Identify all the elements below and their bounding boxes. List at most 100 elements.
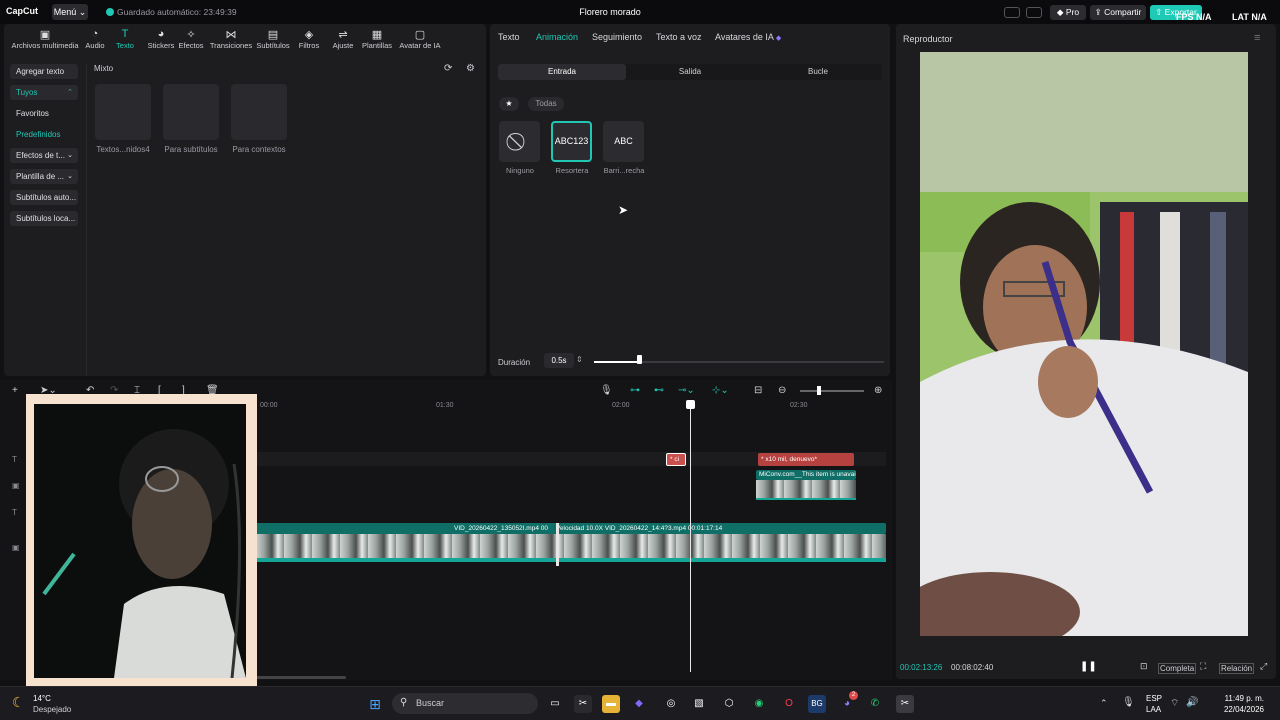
timeline-scrollbar[interactable] — [256, 676, 346, 679]
template-card[interactable] — [95, 84, 151, 140]
segment-bucle[interactable]: Bucle — [754, 64, 882, 80]
fullscreen-quality-button[interactable]: Completa — [1158, 663, 1197, 674]
toolbar-audio[interactable]: ◔ Audio — [84, 28, 106, 50]
toolbar-filtros[interactable]: ◈ Filtros — [296, 28, 322, 50]
magnet-main-icon[interactable]: ⊶ — [630, 385, 640, 396]
capcut-active-icon[interactable]: ✂ — [896, 695, 914, 713]
sidebar-item[interactable]: Favoritos — [10, 106, 78, 121]
spotify-icon[interactable]: ◉ — [750, 695, 768, 713]
linkage-icon[interactable]: ⊸⌄ — [678, 385, 695, 396]
zoom-slider[interactable] — [800, 390, 864, 392]
volume-icon[interactable]: 🔊 — [1186, 697, 1198, 708]
sidebar-item[interactable]: Subtítulos loca... — [10, 211, 78, 226]
zoom-fit-icon[interactable]: ⛶ — [1200, 661, 1206, 672]
tab-animación[interactable]: Animación — [536, 32, 578, 42]
layout-icon[interactable] — [1004, 7, 1020, 18]
windows-start-icon[interactable]: ⊞ — [366, 695, 384, 713]
toolbar-plantillas[interactable]: ▦ Plantillas — [360, 28, 394, 50]
zoom-slider-handle[interactable] — [817, 386, 821, 395]
sidebar-item[interactable]: Efectos de t... ⌄ — [10, 148, 78, 163]
clip-boundary[interactable] — [556, 523, 559, 566]
input-layout[interactable]: LAA — [1146, 705, 1161, 714]
sidebar-item[interactable]: Predefinidos — [10, 127, 78, 142]
file-explorer-icon[interactable]: ▬ — [602, 695, 620, 713]
pro-button[interactable]: ◆ Pro — [1050, 5, 1086, 20]
add-track-icon[interactable]: + — [12, 385, 18, 396]
favorite-filter-icon[interactable]: ★ — [499, 97, 519, 111]
tray-chevron-icon[interactable]: ⌃ — [1100, 698, 1108, 709]
duration-slider-handle[interactable] — [637, 355, 643, 364]
tab-seguimiento[interactable]: Seguimiento — [592, 32, 642, 42]
toolbar-ajuste[interactable]: ⇌ Ajuste — [330, 28, 356, 50]
zoom-in-icon[interactable]: ⊕ — [874, 385, 882, 396]
sidebar-item[interactable]: Tuyos ⌃ — [10, 85, 78, 100]
weather-icon[interactable]: ☾ — [12, 694, 25, 711]
taskbar-search[interactable]: ⚲ Buscar — [392, 693, 538, 714]
tray-mic-icon[interactable]: 🎙 — [1122, 697, 1135, 708]
template-card[interactable] — [163, 84, 219, 140]
toolbar-transiciones[interactable]: ⋈ Transiciones — [208, 28, 254, 50]
crop-icon[interactable]: ⊡ — [1140, 661, 1148, 672]
sidebar-item[interactable]: Plantilla de ... ⌄ — [10, 169, 78, 184]
animation-preset[interactable]: ABC123 — [551, 121, 592, 162]
search-icon: ⚲ — [400, 697, 408, 708]
obs-icon[interactable]: ◆ — [630, 695, 648, 713]
toolbar-avatar-de-ia[interactable]: ▢ Avatar de IA — [394, 28, 446, 50]
main-video-clip[interactable] — [256, 534, 886, 562]
toolbar-subtítulos[interactable]: ▤ Subtítulos — [254, 28, 292, 50]
segment-salida[interactable]: Salida — [626, 64, 754, 80]
shortcuts-icon[interactable] — [1026, 7, 1042, 18]
toolbar-archivos-multimedia[interactable]: ▣ Archivos multimedia — [10, 28, 80, 50]
toolbar-stickers[interactable]: ◕ Stickers — [144, 28, 178, 50]
toolbar-texto[interactable]: T Texto — [114, 28, 136, 50]
sidebar-item[interactable]: Subtítulos auto... — [10, 190, 78, 205]
tab-texto[interactable]: Texto — [498, 32, 520, 42]
time-ruler[interactable]: 00:00 01:30 02:00 02:30 — [256, 402, 892, 412]
tab-texto-a-voz[interactable]: Texto a voz — [656, 32, 702, 42]
video-preview[interactable] — [920, 52, 1248, 636]
bg-app-icon[interactable]: BG — [808, 695, 826, 713]
capcut-app-icon[interactable]: ✂ — [574, 695, 592, 713]
pause-icon[interactable]: ❚❚ — [1080, 661, 1097, 672]
whatsapp-icon[interactable]: ✆ — [866, 695, 884, 713]
input-language[interactable]: ESP — [1146, 694, 1162, 703]
duration-input[interactable]: 0.5s — [544, 353, 574, 368]
preview-axis-icon[interactable]: ⊹⌄ — [712, 385, 729, 396]
microphone-icon[interactable]: 🎙 — [600, 385, 613, 396]
thumbnail-toggle-icon[interactable]: ⊟ — [754, 385, 762, 396]
app-icon[interactable]: ▧ — [690, 695, 708, 713]
filter-all[interactable]: Todas — [528, 97, 564, 111]
tab-avatares-de-ia[interactable]: Avatares de IA ◆ — [715, 32, 781, 42]
playhead-handle[interactable] — [686, 400, 695, 409]
wifi-icon[interactable]: ⌔ — [1170, 697, 1179, 710]
animation-preset[interactable]: ABC — [603, 121, 644, 162]
player-menu-icon[interactable]: ≡ — [1254, 32, 1260, 44]
overlay-clip[interactable] — [756, 480, 856, 500]
zoom-out-icon[interactable]: ⊖ — [778, 385, 786, 396]
share-button[interactable]: ⇪ Compartir — [1090, 5, 1146, 20]
browser-icon[interactable]: ◎ — [662, 695, 680, 713]
refresh-icon[interactable]: ⟳ — [444, 63, 452, 74]
toolbar-efectos[interactable]: ✧ Efectos — [178, 28, 204, 50]
app-icon[interactable]: ⬡ — [720, 695, 738, 713]
duration-stepper-icon[interactable]: ⇕ — [576, 355, 583, 364]
opera-icon[interactable]: O — [780, 695, 798, 713]
menu-button[interactable]: Menú ⌄ — [52, 4, 88, 20]
fullscreen-icon[interactable]: ⤢ — [1260, 661, 1267, 672]
text-clip[interactable]: * x10 mil, denuevo* — [758, 453, 854, 466]
playhead[interactable] — [690, 400, 691, 672]
segment-entrada[interactable]: Entrada — [498, 64, 626, 80]
template-card[interactable] — [231, 84, 287, 140]
sidebar-item[interactable]: Agregar texto — [10, 64, 78, 79]
toolbar-icon: ⋈ — [225, 29, 237, 41]
project-title[interactable]: Florero morado — [540, 7, 680, 17]
task-view-icon[interactable]: ▭ — [546, 695, 564, 713]
overlay-clip-label[interactable]: MiConv.com__This item is unavailable — [756, 470, 856, 480]
animation-preset[interactable]: ⃠ — [499, 121, 540, 162]
auto-snap-icon[interactable]: ⊷ — [654, 385, 664, 396]
aspect-ratio-button[interactable]: Relación — [1219, 663, 1255, 674]
clock-date[interactable]: 22/04/2026 — [1208, 705, 1264, 714]
text-clip[interactable]: * ci — [666, 453, 686, 466]
settings-icon[interactable]: ⚙ — [466, 63, 475, 74]
clock-time[interactable]: 11:49 p. m. — [1208, 694, 1264, 703]
